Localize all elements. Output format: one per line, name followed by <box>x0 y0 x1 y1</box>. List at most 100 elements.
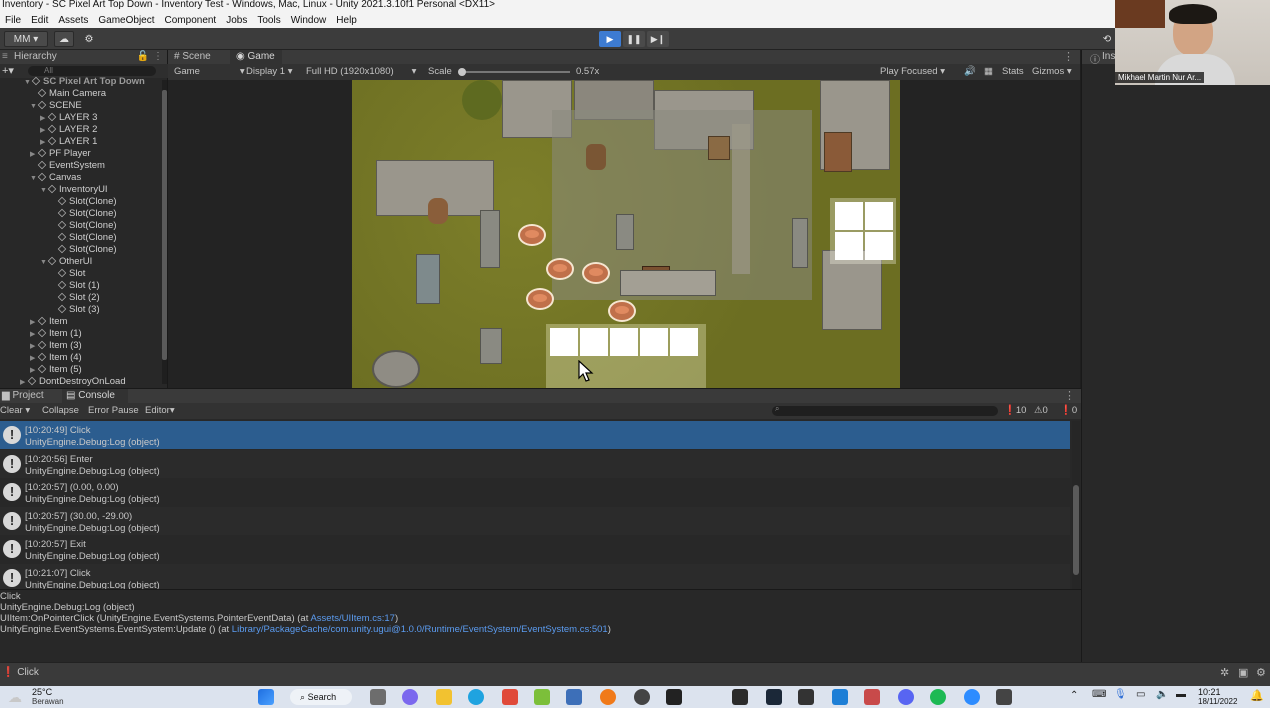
console-log-row[interactable]: ! [10:20:57] (0.00, 0.00) UnityEngine.Debu… <box>0 478 1070 506</box>
hierarchy-item[interactable]: Slot (3) <box>50 304 100 316</box>
hierarchy-item[interactable]: ▼ SCENE <box>30 100 82 112</box>
hierarchy-item[interactable]: ▶ DontDestroyOnLoad <box>20 376 126 386</box>
error-count[interactable]: ❗0 <box>1060 405 1077 416</box>
clock-time[interactable]: 10:21 <box>1198 687 1221 697</box>
hierarchy-item[interactable]: EventSystem <box>30 160 105 172</box>
console-log-row[interactable]: ! [10:20:57] (30.00, -29.00) UnityEngine.D… <box>0 506 1070 535</box>
hierarchy-item[interactable]: ▶ LAYER 1 <box>40 136 97 148</box>
chevron-up-icon[interactable]: ⌃ <box>1070 690 1078 701</box>
meat-item[interactable] <box>526 288 554 310</box>
source-link[interactable]: Library/PackageCache/com.unity.ugui@1.0.… <box>232 624 608 635</box>
status-message[interactable]: ❗ Click <box>2 667 39 678</box>
menu-gameobject[interactable]: GameObject <box>93 15 159 26</box>
inventory-slot[interactable] <box>550 328 578 356</box>
other-slot[interactable] <box>865 202 893 230</box>
terminal-icon[interactable] <box>732 689 748 705</box>
microphone-icon[interactable]: 🎙 <box>1114 689 1127 700</box>
tab-game[interactable]: ◉ Game <box>230 50 282 64</box>
stats-button[interactable]: Stats <box>1002 66 1024 77</box>
hierarchy-search[interactable]: All <box>28 66 156 76</box>
menu-edit[interactable]: Edit <box>26 15 53 26</box>
hierarchy-item[interactable]: ▶ Item (4) <box>30 352 82 364</box>
scale-slider[interactable] <box>458 68 570 76</box>
other-slot[interactable] <box>835 202 863 230</box>
hierarchy-item[interactable]: Slot (1) <box>50 280 100 292</box>
resolution-dropdown[interactable]: Full HD (1920x1080) ▾ <box>306 66 416 77</box>
discord-icon[interactable] <box>898 689 914 705</box>
file-explorer-icon[interactable] <box>436 689 452 705</box>
hierarchy-item[interactable]: ▶ PF Player <box>30 148 91 160</box>
account-dropdown[interactable]: MM ▾ <box>4 31 48 47</box>
hierarchy-item[interactable]: ▶ LAYER 3 <box>40 112 97 124</box>
console-log-row[interactable]: ! [10:21:07] Click UnityEngine.Debug:Log (… <box>0 563 1070 589</box>
tab-project[interactable]: ▆ Project <box>2 390 44 401</box>
android-studio-icon[interactable] <box>534 689 550 705</box>
expand-arrow-icon[interactable]: ▼ <box>40 185 48 197</box>
editor-dropdown[interactable]: Editor▾ <box>145 405 175 416</box>
info-count[interactable]: ❗10 <box>1004 405 1026 416</box>
inventory-slot[interactable] <box>640 328 668 356</box>
hierarchy-item[interactable]: ▶ LAYER 2 <box>40 124 97 136</box>
meat-item[interactable] <box>518 224 546 246</box>
console-log-row[interactable]: ! [10:20:49] Click UnityEngine.Debug:Log (… <box>0 421 1070 449</box>
gizmos-dropdown[interactable]: Gizmos ▾ <box>1032 66 1072 77</box>
store-icon[interactable] <box>502 689 518 705</box>
tiktok-icon[interactable] <box>666 689 682 705</box>
collapse-button[interactable]: Collapse <box>42 405 79 416</box>
cloud-icon[interactable]: ☁ <box>54 31 74 47</box>
game-view[interactable] <box>352 80 900 388</box>
warning-count[interactable]: ⚠0 <box>1034 405 1048 416</box>
hierarchy-item[interactable]: ▶ Item (3) <box>30 340 82 352</box>
chat-icon[interactable] <box>402 689 418 705</box>
meat-item[interactable] <box>608 300 636 322</box>
steam-icon[interactable] <box>766 689 782 705</box>
expand-arrow-icon[interactable]: ▼ <box>40 257 48 269</box>
windows-start-icon[interactable] <box>258 689 274 705</box>
console-log-row[interactable]: ! [10:20:57] Exit UnityEngine.Debug:Log (o… <box>0 535 1070 563</box>
display-icon[interactable]: ▭ <box>1136 689 1145 700</box>
menu-jobs[interactable]: Jobs <box>221 15 252 26</box>
hierarchy-scrollbar[interactable] <box>162 80 167 384</box>
edge-icon[interactable] <box>468 689 484 705</box>
unity-icon[interactable] <box>798 689 814 705</box>
bug-icon[interactable]: ✲ <box>1220 666 1229 679</box>
source-link[interactable]: Assets/UIItem.cs:17 <box>310 613 394 624</box>
more-icon[interactable]: ⋮ <box>153 50 163 64</box>
zoom-icon[interactable] <box>964 689 980 705</box>
hierarchy-item[interactable]: ▼ Canvas <box>30 172 81 184</box>
expand-arrow-icon[interactable]: ▶ <box>20 377 28 386</box>
error-pause-button[interactable]: Error Pause <box>88 405 139 416</box>
lock-icon[interactable]: 🔓 <box>137 50 149 64</box>
pause-button[interactable]: ❚❚ <box>623 31 645 47</box>
inventory-slot[interactable] <box>610 328 638 356</box>
menu-assets[interactable]: Assets <box>53 15 93 26</box>
game-mode-dropdown[interactable]: Game ▾ <box>174 66 245 77</box>
remote-desktop-icon[interactable] <box>566 689 582 705</box>
more-icon[interactable]: ⋮ <box>1063 50 1074 63</box>
notification-icon[interactable]: 🔔 <box>1250 689 1264 702</box>
keyboard-icon[interactable]: ⌨ <box>1092 689 1106 700</box>
step-button[interactable]: ▶❙ <box>647 31 669 47</box>
play-button[interactable]: ▶ <box>599 31 621 47</box>
menu-file[interactable]: File <box>0 15 26 26</box>
clear-button[interactable]: Clear ▾ <box>0 405 30 416</box>
hierarchy-item[interactable]: ▼ InventoryUI <box>40 184 108 196</box>
history-icon[interactable]: ⟲ <box>1098 31 1116 47</box>
play-focused-dropdown[interactable]: Play Focused ▾ <box>880 66 945 77</box>
mute-icon[interactable]: 🔊 <box>964 66 976 77</box>
progress-icon[interactable]: ▣ <box>1238 666 1248 679</box>
console-search[interactable]: ⌕ <box>772 404 998 416</box>
other-slot[interactable] <box>835 232 863 260</box>
expand-arrow-icon[interactable]: ▼ <box>30 173 38 185</box>
hierarchy-item[interactable]: ▼ OtherUI <box>40 256 92 268</box>
menu-window[interactable]: Window <box>286 15 332 26</box>
github-icon[interactable] <box>634 689 650 705</box>
meat-item[interactable] <box>546 258 574 280</box>
console-scrollbar[interactable] <box>1072 421 1080 589</box>
tab-scene[interactable]: # Scene <box>174 50 230 64</box>
hierarchy-item[interactable]: ▶ Item <box>30 316 67 328</box>
meat-item[interactable] <box>582 262 610 284</box>
vsync-icon[interactable]: ▦ <box>984 66 993 77</box>
battery-icon[interactable]: ▬ <box>1176 689 1186 700</box>
snipping-tool-icon[interactable] <box>864 689 880 705</box>
